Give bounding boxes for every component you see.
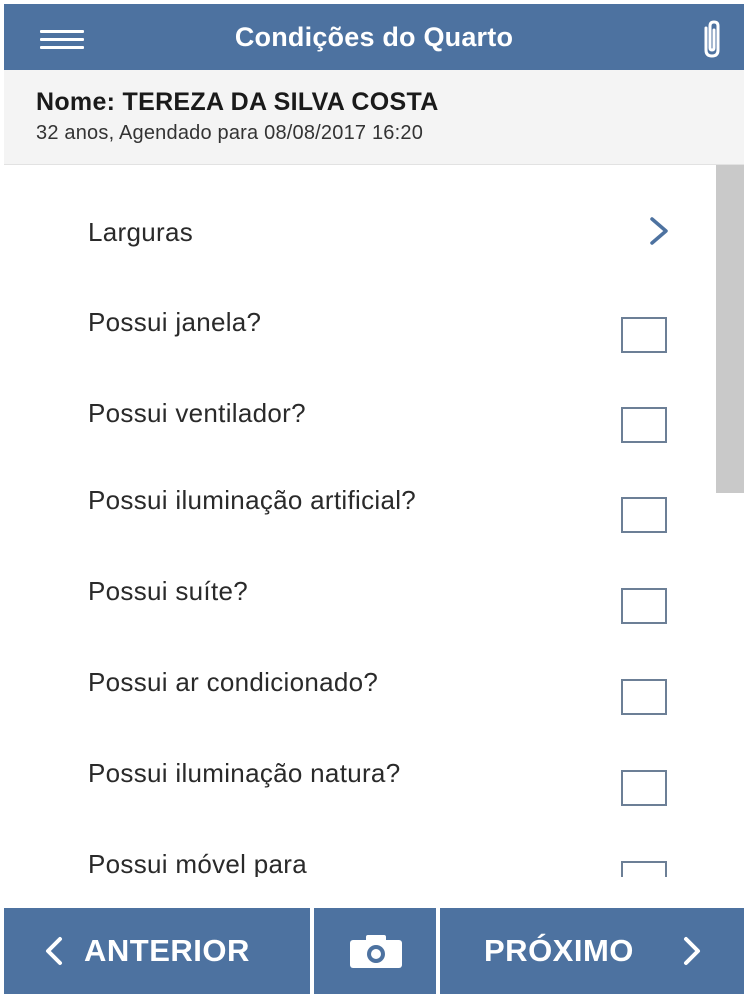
patient-header: Nome: TEREZA DA SILVA COSTA 32 anos, Age…: [4, 70, 744, 165]
question-label: Possui móvel para: [88, 849, 307, 877]
question-checkbox[interactable]: [621, 679, 667, 715]
question-row[interactable]: Possui janela?: [4, 277, 712, 367]
questions-list[interactable]: Larguras Possui janela? Possui ventilado…: [4, 165, 744, 877]
room-conditions-screen: Condições do Quarto Nome: TEREZA DA SILV…: [0, 0, 750, 1000]
app-header: Condições do Quarto: [4, 4, 744, 70]
chevron-right-icon: [680, 934, 704, 976]
question-row[interactable]: Possui iluminação artificial?: [4, 459, 712, 549]
question-row[interactable]: Possui ar condicionado?: [4, 641, 712, 731]
question-label: Possui iluminação natura?: [88, 758, 401, 788]
chevron-left-icon: [42, 934, 66, 976]
question-row[interactable]: Possui ventilador?: [4, 368, 712, 458]
bottom-navigation: ANTERIOR PRÓXIMO: [4, 908, 744, 994]
question-row[interactable]: Possui iluminação natura?: [4, 732, 712, 822]
camera-button[interactable]: [314, 908, 436, 994]
question-row[interactable]: Possui suíte?: [4, 550, 712, 640]
page-title: Condições do Quarto: [234, 22, 514, 52]
chevron-right-icon: [644, 215, 672, 247]
next-button[interactable]: PRÓXIMO: [440, 908, 744, 994]
scrollbar-thumb[interactable]: [716, 165, 744, 493]
question-label: Possui suíte?: [88, 576, 248, 606]
list-item-label: Larguras: [88, 217, 194, 247]
question-checkbox[interactable]: [621, 861, 667, 877]
camera-icon: [348, 932, 404, 978]
question-label: Possui janela?: [88, 307, 262, 337]
question-row[interactable]: Possui móvel para: [4, 823, 712, 877]
question-label: Possui ar condicionado?: [88, 667, 379, 697]
question-checkbox[interactable]: [621, 407, 667, 443]
previous-button-label: ANTERIOR: [84, 933, 250, 968]
paperclip-icon[interactable]: [694, 18, 730, 60]
question-label: Possui iluminação artificial?: [88, 485, 417, 515]
previous-button[interactable]: ANTERIOR: [4, 908, 310, 994]
patient-name: Nome: TEREZA DA SILVA COSTA: [36, 88, 439, 116]
hamburger-menu-icon[interactable]: [32, 22, 88, 58]
question-label: Possui ventilador?: [88, 398, 306, 428]
next-button-label: PRÓXIMO: [484, 933, 634, 968]
list-item-larguras[interactable]: Larguras: [4, 187, 712, 277]
question-checkbox[interactable]: [621, 317, 667, 353]
scrollbar[interactable]: [716, 165, 744, 877]
question-checkbox[interactable]: [621, 588, 667, 624]
question-checkbox[interactable]: [621, 770, 667, 806]
question-checkbox[interactable]: [621, 497, 667, 533]
patient-details: 32 anos, Agendado para 08/08/2017 16:20: [36, 122, 424, 144]
